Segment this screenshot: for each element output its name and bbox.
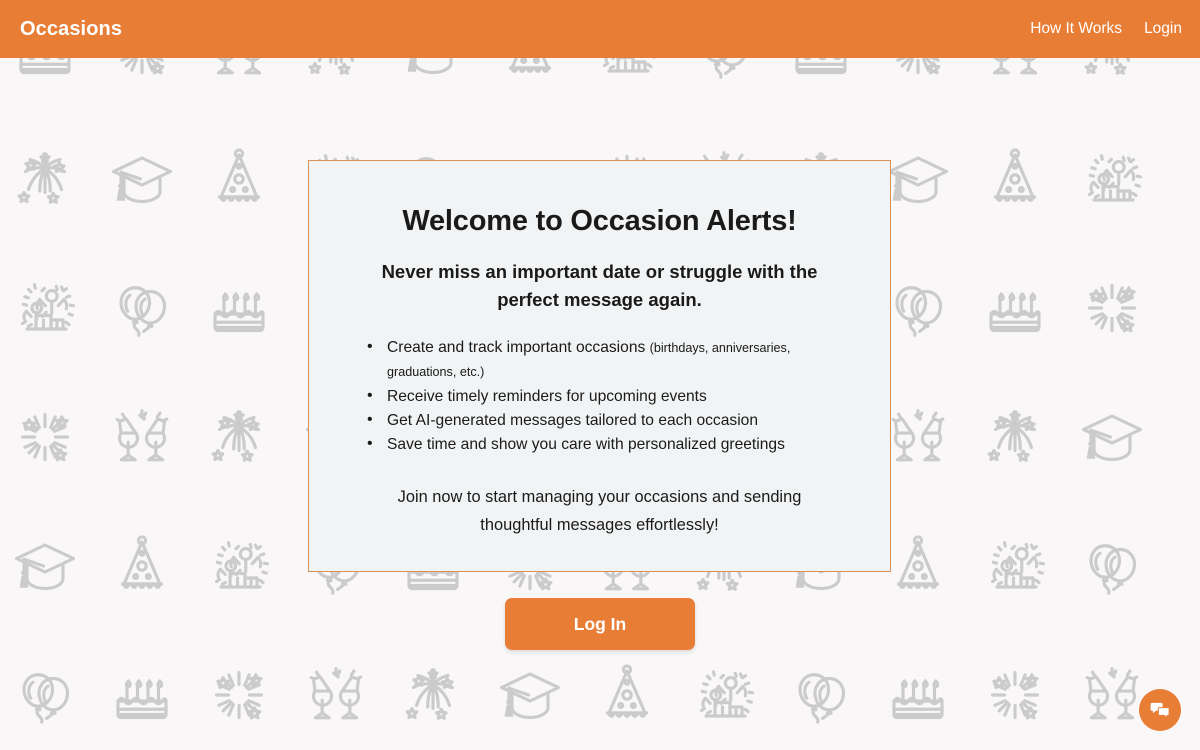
champagne-toast-icon: [300, 659, 372, 731]
celebration-people-icon: [9, 272, 81, 344]
champagne-toast-icon: [106, 401, 178, 473]
graduation-cap-icon: [882, 143, 954, 215]
nav-how-it-works[interactable]: How It Works: [1030, 20, 1122, 38]
closing-paragraph: Join now to start managing your occasion…: [397, 488, 802, 535]
balloons-icon: [882, 272, 954, 344]
birthday-cake-icon: [979, 272, 1051, 344]
login-button[interactable]: Log In: [505, 598, 695, 650]
fireworks-icon: [397, 659, 469, 731]
list-item: Receive timely reminders for upcoming ev…: [367, 384, 858, 409]
brand-logo[interactable]: Occasions: [20, 18, 122, 41]
champagne-toast-icon: [1076, 659, 1148, 731]
benefit-text: Create and track important occasions: [387, 339, 650, 357]
page-title: Welcome to Occasion Alerts!: [402, 205, 797, 237]
list-item: Create and track important occasions (bi…: [367, 335, 858, 384]
benefit-text: Get AI-generated messages tailored to ea…: [387, 411, 759, 429]
chat-widget-button[interactable]: [1139, 689, 1181, 731]
birthday-cake-icon: [882, 659, 954, 731]
graduation-cap-icon: [106, 143, 178, 215]
sparkle-burst-icon: [979, 659, 1051, 731]
benefit-text: Receive timely reminders for upcoming ev…: [387, 387, 707, 405]
modal-subheading: Never miss an important date or struggle…: [381, 261, 818, 311]
graduation-cap-icon: [1076, 401, 1148, 473]
sparkle-burst-icon: [1076, 272, 1148, 344]
fireworks-icon: [979, 401, 1051, 473]
benefits-list: Create and track important occasions (bi…: [341, 335, 858, 457]
sparkle-burst-icon: [9, 401, 81, 473]
champagne-toast-icon: [882, 401, 954, 473]
balloons-icon: [106, 272, 178, 344]
party-hat-icon: [882, 530, 954, 602]
list-item: Save time and show you care with persona…: [367, 432, 858, 457]
birthday-cake-icon: [106, 659, 178, 731]
celebration-people-icon: [979, 530, 1051, 602]
chat-bubbles-icon: [1149, 699, 1171, 721]
site-header: Occasions How It Works Login: [0, 0, 1200, 58]
nav-login[interactable]: Login: [1144, 20, 1182, 38]
benefit-text: Save time and show you care with persona…: [387, 435, 785, 453]
balloons-icon: [9, 659, 81, 731]
balloons-icon: [1076, 530, 1148, 602]
celebration-people-icon: [203, 530, 275, 602]
party-hat-icon: [203, 143, 275, 215]
celebration-people-icon: [1076, 143, 1148, 215]
balloons-icon: [785, 659, 857, 731]
graduation-cap-icon: [9, 530, 81, 602]
fireworks-icon: [9, 143, 81, 215]
welcome-modal: Welcome to Occasion Alerts! Never miss a…: [308, 160, 891, 572]
list-item: Get AI-generated messages tailored to ea…: [367, 408, 858, 433]
header-nav: How It Works Login: [1030, 20, 1182, 38]
sparkle-burst-icon: [203, 659, 275, 731]
birthday-cake-icon: [203, 272, 275, 344]
graduation-cap-icon: [494, 659, 566, 731]
party-hat-icon: [979, 143, 1051, 215]
fireworks-icon: [203, 401, 275, 473]
party-hat-icon: [106, 530, 178, 602]
celebration-people-icon: [688, 659, 760, 731]
party-hat-icon: [591, 659, 663, 731]
